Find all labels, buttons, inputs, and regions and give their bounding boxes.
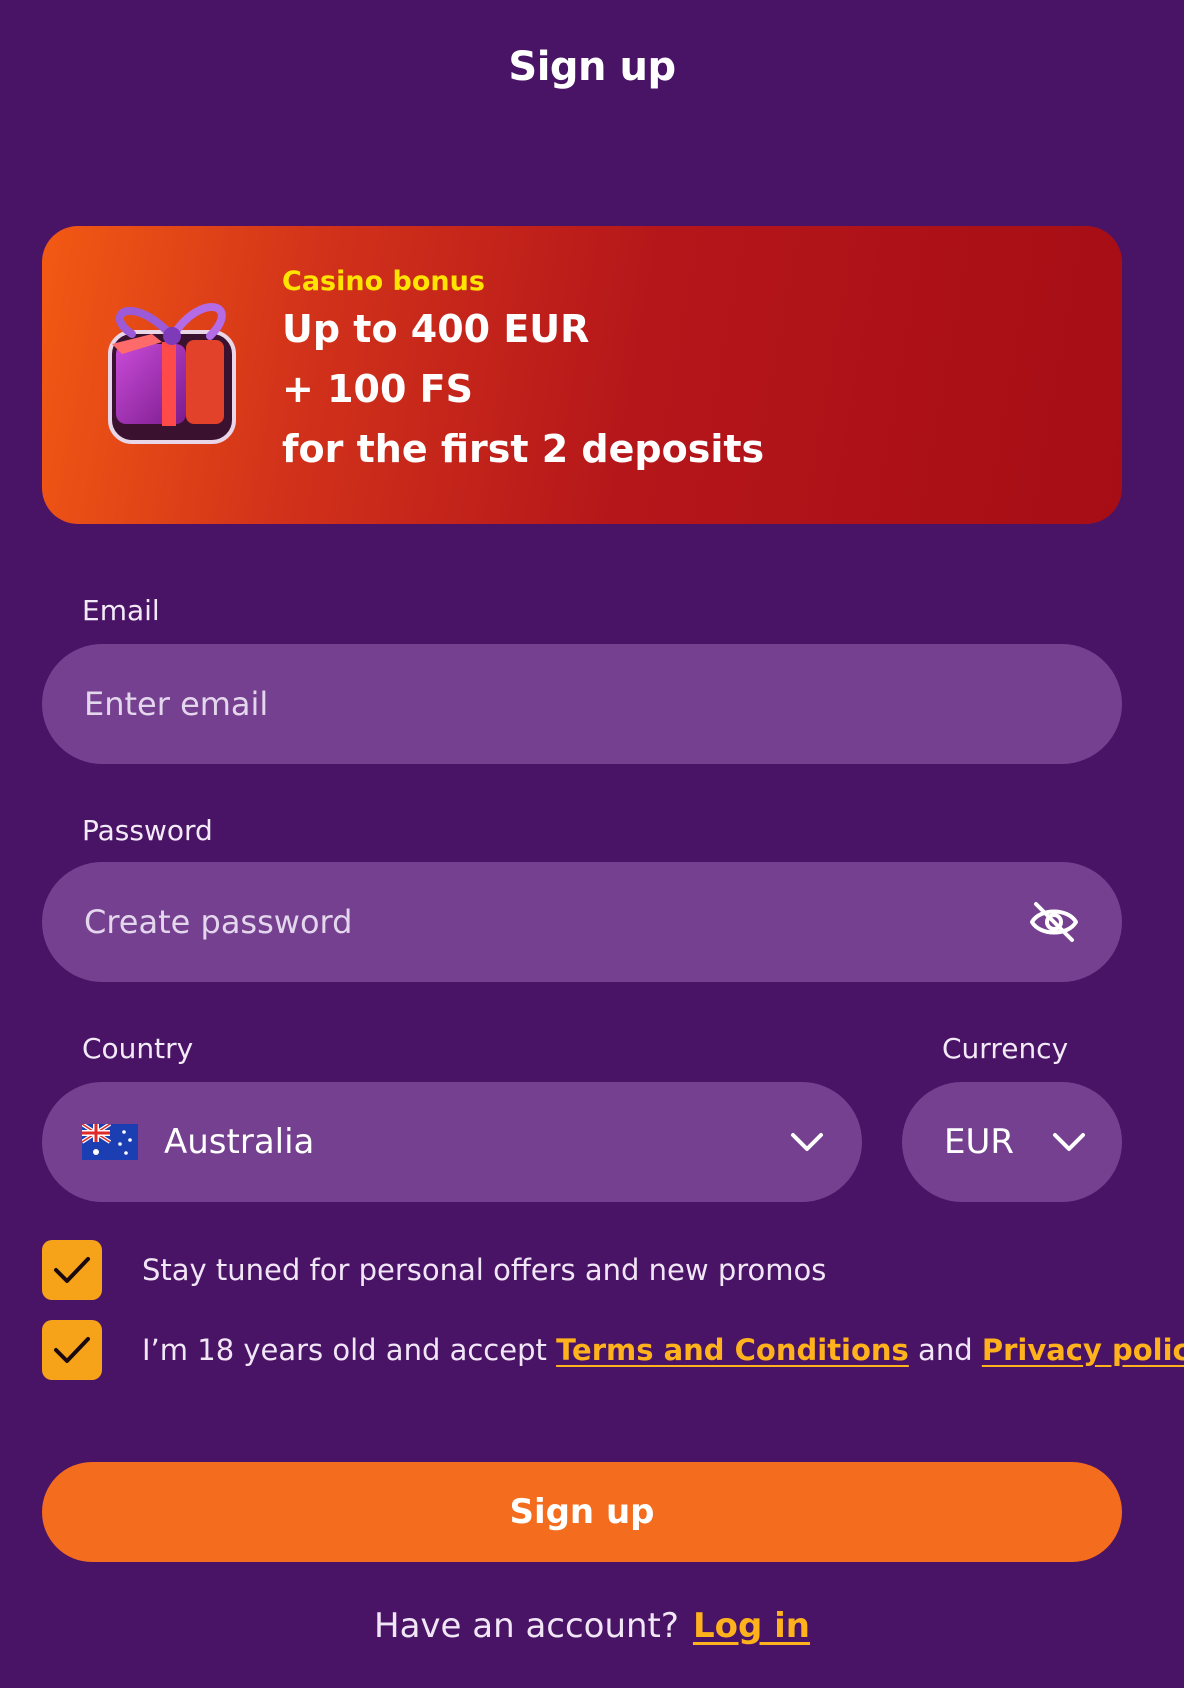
currency-value: EUR <box>944 1122 1014 1162</box>
gift-icon <box>108 303 236 444</box>
age-consent-prefix: I’m 18 years old and accept <box>142 1333 557 1367</box>
email-field[interactable] <box>84 685 1080 723</box>
eye-slash-icon[interactable] <box>1028 900 1080 944</box>
page-title: Sign up <box>508 44 676 90</box>
currency-label: Currency <box>942 1032 1069 1065</box>
currency-select[interactable]: EUR <box>902 1082 1122 1202</box>
login-link[interactable]: Log in <box>693 1606 810 1646</box>
age-consent-row: I’m 18 years old and accept Terms and Co… <box>42 1320 1184 1380</box>
country-select[interactable]: Australia <box>42 1082 862 1202</box>
privacy-link[interactable]: Privacy policy <box>982 1333 1184 1367</box>
email-field-container <box>42 644 1122 764</box>
bonus-amount: Up to 400 EUR <box>282 307 590 351</box>
bonus-banner: Casino bonus Up to 400 EUR + 100 FS for … <box>42 226 1122 524</box>
chevron-down-icon <box>1053 1133 1085 1151</box>
checkmark-icon <box>54 1257 90 1283</box>
bonus-free-spins: + 100 FS <box>282 367 473 411</box>
terms-link[interactable]: Terms and Conditions <box>556 1333 909 1367</box>
have-account-text: Have an account? <box>374 1606 679 1646</box>
email-label: Email <box>82 594 160 627</box>
promos-consent-row: Stay tuned for personal offers and new p… <box>42 1240 826 1300</box>
country-label: Country <box>82 1032 194 1065</box>
country-value: Australia <box>164 1122 315 1162</box>
password-field-container <box>42 862 1122 982</box>
age-consent-middle: and <box>908 1333 982 1367</box>
bonus-condition: for the first 2 deposits <box>282 427 765 471</box>
password-label: Password <box>82 814 213 847</box>
promos-consent-text: Stay tuned for personal offers and new p… <box>142 1253 827 1287</box>
australia-flag-icon <box>82 1124 138 1160</box>
bonus-kicker: Casino bonus <box>282 266 485 297</box>
sign-up-button[interactable]: Sign up <box>42 1462 1122 1562</box>
age-consent-text: I’m 18 years old and accept Terms and Co… <box>142 1333 1184 1367</box>
promos-checkbox[interactable] <box>42 1240 102 1300</box>
age-terms-checkbox[interactable] <box>42 1320 102 1380</box>
password-field[interactable] <box>84 903 1028 941</box>
login-prompt: Have an account? Log in <box>0 1606 1184 1646</box>
chevron-down-icon <box>791 1133 823 1151</box>
checkmark-icon <box>54 1337 90 1363</box>
